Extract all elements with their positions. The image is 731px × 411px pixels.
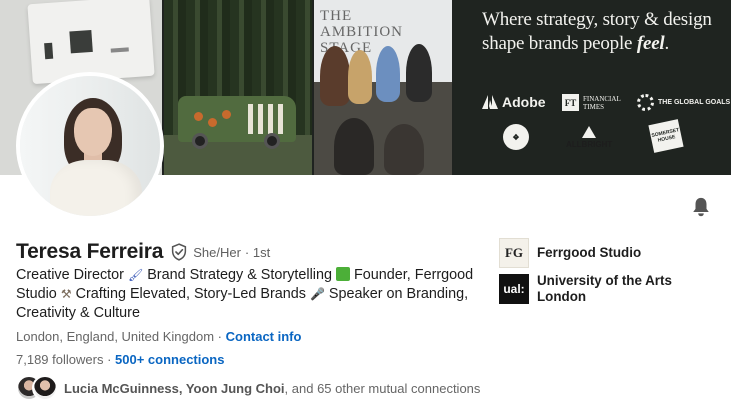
profile-name: Teresa Ferreira [16,240,164,263]
adobe-icon [482,95,498,109]
followers-row: 7,189 followers · 500+ connections [16,352,225,367]
verified-shield-icon[interactable] [170,243,188,261]
followers-count: 7,189 followers [16,352,104,367]
location-row: London, England, United Kingdom · Contac… [16,329,302,344]
ferrgood-logo: FG [499,238,529,268]
paintbrush-icon: 🖌 [127,268,144,282]
org-name: Ferrgood Studio [537,245,642,260]
connection-degree: · 1st [244,244,271,260]
ual-logo: ual: [499,274,529,304]
banner-stage-photo: THE AMBITION STAGE [314,0,452,175]
notification-bell-icon[interactable] [690,196,712,218]
mutual-avatar [32,375,58,401]
name-row: Teresa Ferreira She/Her · 1st [16,240,270,264]
mutual-avatars [16,375,58,401]
profile-avatar[interactable] [16,72,164,220]
banner-van-photo [164,0,312,175]
connections-link[interactable]: 500+ connections [115,352,224,367]
badge-logo: ❖ [503,124,529,150]
global-goals-icon [637,94,654,111]
tagline-emphasis: feel [636,33,665,54]
adobe-logo: Adobe [482,94,546,110]
green-square-icon [335,267,350,281]
org-name: University of the Arts London [537,273,672,304]
hammer-icon: ⚒ [60,287,72,301]
banner-tagline: Where strategy, story & design shape bra… [482,9,712,54]
org-university-of-the-arts-london[interactable]: ual: University of the Arts London [499,273,687,305]
contact-info-link[interactable]: Contact info [226,329,302,344]
pronouns: She/Her [193,244,241,260]
allbright-logo: ALLBRIGHT [566,126,612,149]
global-goals-logo: THE GLOBAL GOALS [637,94,730,111]
mutual-connections-row[interactable]: Lucia McGuinness, Yoon Jung Choi, and 65… [16,375,480,401]
location-text: London, England, United Kingdom [16,329,215,344]
mutual-connections-text: Lucia McGuinness, Yoon Jung Choi, and 65… [64,380,481,396]
org-ferrgood-studio[interactable]: FG Ferrgood Studio [499,238,687,268]
microphone-icon: 🎤 [309,287,325,301]
ft-logo: FT FINANCIAL TIMES [562,94,620,111]
profile-headline: Creative Director 🖌 Brand Strategy & Sto… [16,267,474,321]
